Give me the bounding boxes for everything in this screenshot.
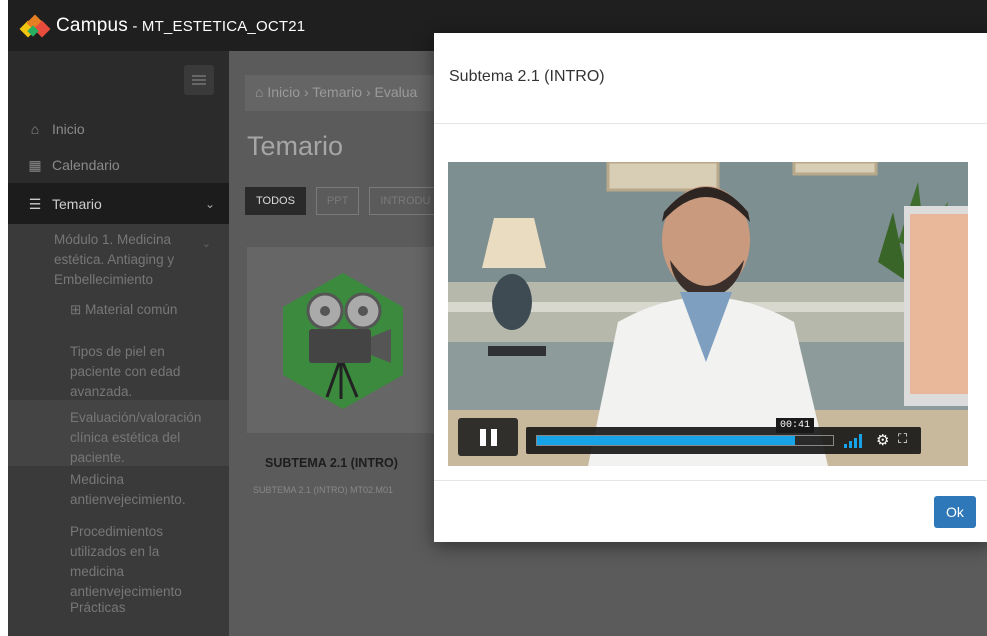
chevron-down-icon: ⌄ (201, 238, 211, 250)
volume-icon[interactable] (844, 434, 866, 448)
subitem-label: Procedimientos utilizados en la medicina… (70, 524, 182, 599)
sidebar-subitem-tipos-piel[interactable]: Tipos de piel en paciente con edad avanz… (8, 342, 229, 399)
sidebar-item-label: Calendario (52, 157, 120, 173)
subitem-label: Prácticas (70, 600, 126, 615)
menu-toggle-button[interactable] (184, 65, 214, 95)
breadcrumb-temario[interactable]: Temario (312, 84, 362, 100)
modal-header: Subtema 2.1 (INTRO) (434, 33, 987, 124)
progress-fill (537, 436, 795, 445)
subitem-label: Evaluación/valoración clínica estética d… (70, 410, 202, 465)
subitem-label: Medicina antienvejecimiento. (70, 472, 186, 507)
chevron-down-icon: ⌄ (204, 197, 215, 211)
breadcrumb-current: Evalua (374, 84, 418, 100)
fullscreen-icon[interactable]: ⛶ (898, 431, 907, 447)
sidebar-item-label: Inicio (52, 121, 85, 137)
list-icon: ☰ (28, 196, 42, 212)
breadcrumb-separator-icon: › (365, 84, 375, 100)
home-icon: ⌂ (255, 84, 268, 100)
sidebar-subitem-material-comun[interactable]: ⊞ Material común (8, 300, 229, 324)
temario-submenu: Módulo 1. Medicina estética. Antiaging y… (8, 224, 229, 636)
pause-button[interactable] (458, 418, 518, 456)
breadcrumb-separator-icon: › (303, 84, 313, 100)
ok-button[interactable]: Ok (934, 496, 976, 528)
filter-ppt-button[interactable]: PPT (315, 187, 360, 215)
modal-title: Subtema 2.1 (INTRO) (449, 68, 605, 85)
video-modal: Subtema 2.1 (INTRO) 00:41 ⚙ ⛶ Ok (434, 33, 987, 542)
app-title: Campus - MT_ESTETICA_OCT21 (56, 15, 305, 37)
settings-gear-icon[interactable]: ⚙ (876, 431, 889, 449)
sidebar-subitem-procedimientos[interactable]: Procedimientos utilizados en la medicina… (8, 522, 229, 599)
subitem-label: Tipos de piel en paciente con edad avanz… (70, 344, 181, 399)
video-control-bar: ⚙ ⛶ (526, 427, 921, 454)
sidebar-item-inicio[interactable]: ⌂ Inicio (8, 118, 229, 140)
sidebar-subitem-evaluacion[interactable]: Evaluación/valoración clínica estética d… (8, 400, 229, 466)
sidebar-item-calendario[interactable]: ▦ Calendario (8, 154, 229, 176)
sidebar-item-temario[interactable]: ☰ Temario ⌄ (8, 183, 229, 225)
module-label: Módulo 1. Medicina estética. Antiaging y… (54, 232, 175, 287)
sidebar-subitem-medicina[interactable]: Medicina antienvejecimiento. (8, 470, 229, 516)
sidebar-item-label: Temario (52, 196, 102, 212)
filter-bar: TODOS PPT INTRODU (245, 187, 442, 215)
video-player[interactable]: 00:41 ⚙ ⛶ (448, 162, 968, 466)
module-item[interactable]: Módulo 1. Medicina estética. Antiaging y… (8, 224, 229, 287)
card-subtitle: SUBTEMA 2.1 (INTRO) MT02.M01 (253, 485, 394, 495)
calendar-icon: ▦ (28, 157, 42, 173)
campus-logo-icon[interactable] (19, 14, 51, 37)
course-name: MT_ESTETICA_OCT21 (141, 17, 306, 35)
progress-bar[interactable] (536, 435, 834, 446)
breadcrumb-inicio[interactable]: Inicio (267, 84, 300, 100)
app-window: Campus - MT_ESTETICA_OCT21 ⌂ Inicio ▦ Ca… (8, 0, 987, 636)
grid-icon: ⊞ (70, 302, 86, 317)
title-separator: - (127, 17, 142, 35)
filter-todos-button[interactable]: TODOS (245, 187, 306, 215)
video-card[interactable] (247, 247, 437, 433)
card-title[interactable]: SUBTEMA 2.1 (INTRO) (265, 456, 398, 470)
subitem-label: Material común (85, 302, 178, 317)
sidebar: ⌂ Inicio ▦ Calendario ☰ Temario ⌄ Módulo… (8, 51, 229, 636)
app-name: Campus (56, 14, 128, 36)
video-frame (448, 162, 968, 466)
sidebar-subitem-practicas[interactable]: Prácticas (8, 598, 229, 622)
modal-footer: Ok (434, 480, 987, 542)
home-icon: ⌂ (30, 121, 40, 137)
filter-intro-button[interactable]: INTRODU (369, 187, 442, 215)
page-title: Temario (247, 131, 344, 161)
film-camera-icon (283, 273, 403, 409)
